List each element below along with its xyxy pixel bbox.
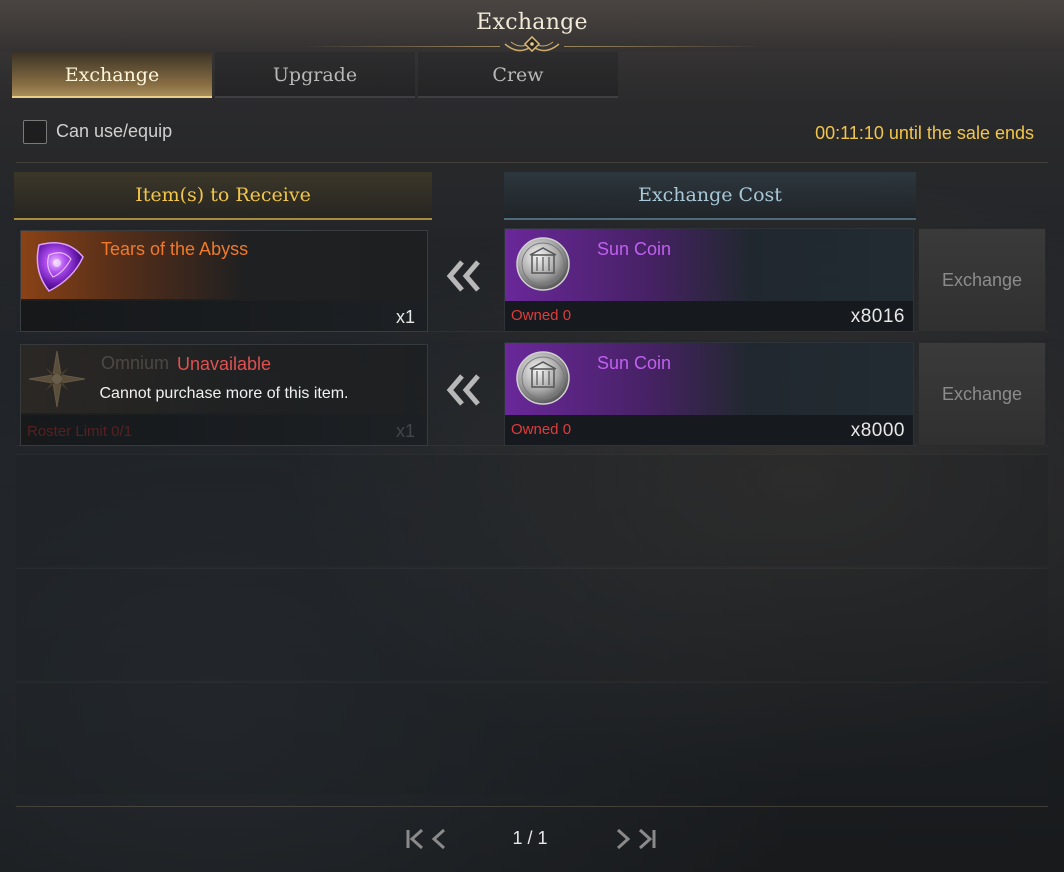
title-divider-left (300, 46, 500, 47)
exchange-row: Tears of the Abyss x1 Sun Coin Owned 0 x… (16, 226, 1048, 332)
cost-quantity: x8016 (850, 306, 905, 327)
exchange-button[interactable]: Exchange (918, 228, 1046, 332)
cost-item-name: Sun Coin (597, 239, 672, 259)
unavailable-label: Unavailable (176, 354, 272, 374)
unavailable-overlay: Unavailable Cannot purchase more of this… (20, 344, 428, 446)
owned-count: Owned 0 (511, 307, 572, 324)
purple-gem-icon (36, 242, 84, 292)
cost-item-card[interactable]: Sun Coin Owned 0 x8016 (504, 228, 914, 332)
sun-coin-icon (516, 237, 570, 291)
owned-count: Owned 0 (511, 421, 572, 438)
exchange-button[interactable]: Exchange (918, 342, 1046, 446)
empty-row (16, 682, 1048, 794)
tab-exchange[interactable]: Exchange (12, 52, 212, 98)
exchange-row: Omnium Roster Limit 0/1 x1 Unavailable C… (16, 340, 1048, 446)
cost-item-card[interactable]: Sun Coin Owned 0 x8000 (504, 342, 914, 446)
double-chevron-left-icon (446, 260, 480, 292)
item-quantity: x1 (395, 307, 415, 327)
cost-quantity: x8000 (850, 420, 905, 441)
tab-bar: Exchange Upgrade Crew (12, 52, 621, 98)
sun-coin-icon (516, 351, 570, 405)
double-chevron-left-icon (446, 374, 480, 406)
tab-upgrade[interactable]: Upgrade (215, 52, 415, 98)
filter-divider (16, 162, 1048, 163)
can-use-equip-checkbox[interactable] (23, 120, 47, 144)
item-name: Tears of the Abyss (101, 239, 249, 259)
title-divider-right (564, 46, 764, 47)
last-page-icon[interactable] (612, 826, 658, 852)
receive-item-card[interactable]: Tears of the Abyss x1 (20, 230, 428, 332)
purchase-limit-message: Cannot purchase more of this item. (99, 385, 349, 402)
sale-timer: 00:11:10 until the sale ends (815, 123, 1034, 143)
pagination-divider (16, 806, 1048, 807)
cost-item-name: Sun Coin (597, 353, 672, 373)
empty-row (16, 568, 1048, 680)
can-use-equip-label[interactable]: Can use/equip (56, 121, 172, 142)
receive-column-header: Item(s) to Receive (14, 172, 432, 220)
cost-column-header: Exchange Cost (504, 172, 916, 220)
first-page-icon[interactable] (404, 826, 450, 852)
page-indicator: 1 / 1 (512, 828, 548, 848)
window-title: Exchange (476, 10, 588, 35)
empty-row (16, 454, 1048, 566)
tab-crew[interactable]: Crew (418, 52, 618, 98)
item-qty-strip (21, 301, 427, 331)
